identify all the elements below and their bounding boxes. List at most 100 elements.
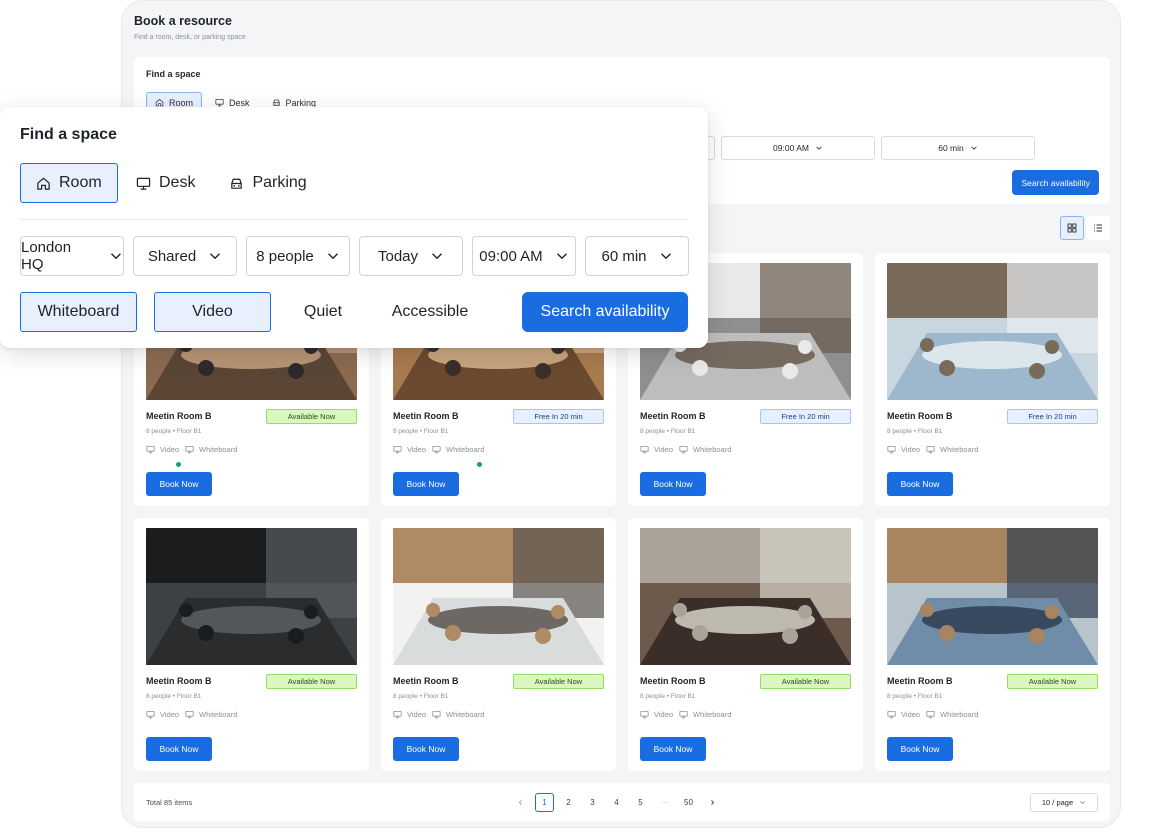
page-button-4[interactable]: 4 [607,793,626,812]
amenity-whiteboard: Whiteboard [185,445,237,454]
book-now-button[interactable]: Book Now [146,737,212,761]
room-name: Meetin Room B [146,411,212,421]
monitor-icon [926,711,935,719]
grid-view-button[interactable] [1060,216,1084,240]
monitor-icon [136,177,151,190]
monitor-icon [887,711,896,719]
chevron-down-icon [556,253,567,260]
amenities: Video Whiteboard [146,445,237,454]
time-select[interactable]: 09:00 AM [472,236,576,276]
page-size-value: 10 / page [1041,798,1074,807]
amenities: Video Whiteboard [887,445,978,454]
list-icon [1094,224,1102,232]
select-value: 09:00 AM [773,143,809,153]
select-value: 60 min [938,143,964,153]
search-availability-button[interactable]: Search availability [522,292,688,332]
amenity-label: Whiteboard [693,710,732,719]
car-icon [272,99,280,106]
book-now-button[interactable]: Book Now [640,472,706,496]
chip-quiet[interactable]: Quiet [271,292,375,332]
search-panel-title: Find a space [20,126,117,143]
amenity-label: Video [654,445,674,454]
page-button-5[interactable]: 5 [631,793,650,812]
tab-label: Parking [285,97,317,108]
view-toggle-group [1060,216,1110,240]
status-badge: Available Now [266,409,357,424]
tab-room[interactable]: Room [20,163,118,203]
total-items: Total 85 items [146,798,193,807]
tab-desk[interactable]: Desk [120,163,211,203]
monitor-icon [432,446,441,454]
tab-label: Desk [159,174,196,191]
chevron-down-icon [111,253,121,260]
page-button-3[interactable]: 3 [583,793,602,812]
room-meta: 8 people • Floor B1 [146,693,202,700]
room-name: Meetin Room B [393,411,459,421]
amenity-video: Video [146,445,179,454]
date-select[interactable]: Today [359,236,463,276]
amenity-label: Video [407,445,427,454]
amenity-video: Video [393,445,426,454]
room-photo [887,263,1098,400]
monitor-icon [887,446,896,454]
amenity-label: Video [654,710,674,719]
home-icon [37,177,50,190]
search-availability-button-bg[interactable]: Search availability [1012,170,1099,195]
capacity-select[interactable]: 8 people [246,236,350,276]
book-now-button[interactable]: Book Now [146,472,212,496]
book-now-button[interactable]: Book Now [393,472,459,496]
monitor-icon [146,446,155,454]
chevron-down-icon [210,253,221,260]
amenities: Video Whiteboard [146,710,237,719]
book-now-button[interactable]: Book Now [640,737,706,761]
monitor-icon [215,99,224,107]
amenity-label: Whiteboard [446,445,485,454]
book-now-button[interactable]: Book Now [887,472,953,496]
prev-page-button[interactable] [511,793,530,812]
duration-select-bg[interactable]: 60 min [881,136,1035,160]
room-name: Meetin Room B [393,676,459,686]
status-badge: Available Now [513,674,604,689]
amenity-video: Video [393,710,426,719]
select-value: London HQ [21,239,72,273]
list-view-button[interactable] [1086,216,1110,240]
room-name: Meetin Room B [887,411,953,421]
status-badge: Free In 20 min [1007,409,1098,424]
chevron-down-icon [971,146,977,150]
amenity-label: Video [901,445,921,454]
chip-video[interactable]: Video [154,292,271,332]
search-panel-title: Find a space [146,69,201,79]
page-button-2[interactable]: 2 [559,793,578,812]
location-select[interactable]: London HQ [20,236,124,276]
page-size-select[interactable]: 10 / page [1030,793,1098,812]
space-type-select[interactable]: Shared [133,236,237,276]
amenity-whiteboard: Whiteboard [432,710,484,719]
amenity-video: Video [887,710,920,719]
duration-select[interactable]: 60 min [585,236,689,276]
pagination-bar: Total 85 items 1 2 3 4 5 ··· 50 10 / pag… [134,783,1110,821]
amenity-label: Video [160,445,180,454]
monitor-icon [432,711,441,719]
next-page-button[interactable] [703,793,722,812]
amenity-chips: Whiteboard Video Quiet Accessible [20,292,485,332]
amenities: Video Whiteboard [887,710,978,719]
room-meta: 8 people • Floor B1 [640,428,696,435]
room-name: Meetin Room B [640,676,706,686]
tab-label: Desk [229,97,250,108]
chip-accessible[interactable]: Accessible [375,292,485,332]
book-now-button[interactable]: Book Now [393,737,459,761]
tab-parking[interactable]: Parking [213,163,322,203]
page-ellipsis[interactable]: ··· [655,793,674,812]
tab-label: Room [59,174,102,191]
chip-whiteboard[interactable]: Whiteboard [20,292,137,332]
page-button-50[interactable]: 50 [679,793,698,812]
availability-dot [477,462,482,467]
page-title: Book a resource [134,14,232,28]
status-badge: Available Now [760,674,851,689]
page-button-1[interactable]: 1 [535,793,554,812]
resource-tabs: Room Desk Parking [20,163,325,203]
select-value: 09:00 AM [479,247,543,265]
time-select-bg[interactable]: 09:00 AM [721,136,875,160]
amenity-whiteboard: Whiteboard [679,710,731,719]
book-now-button[interactable]: Book Now [887,737,953,761]
